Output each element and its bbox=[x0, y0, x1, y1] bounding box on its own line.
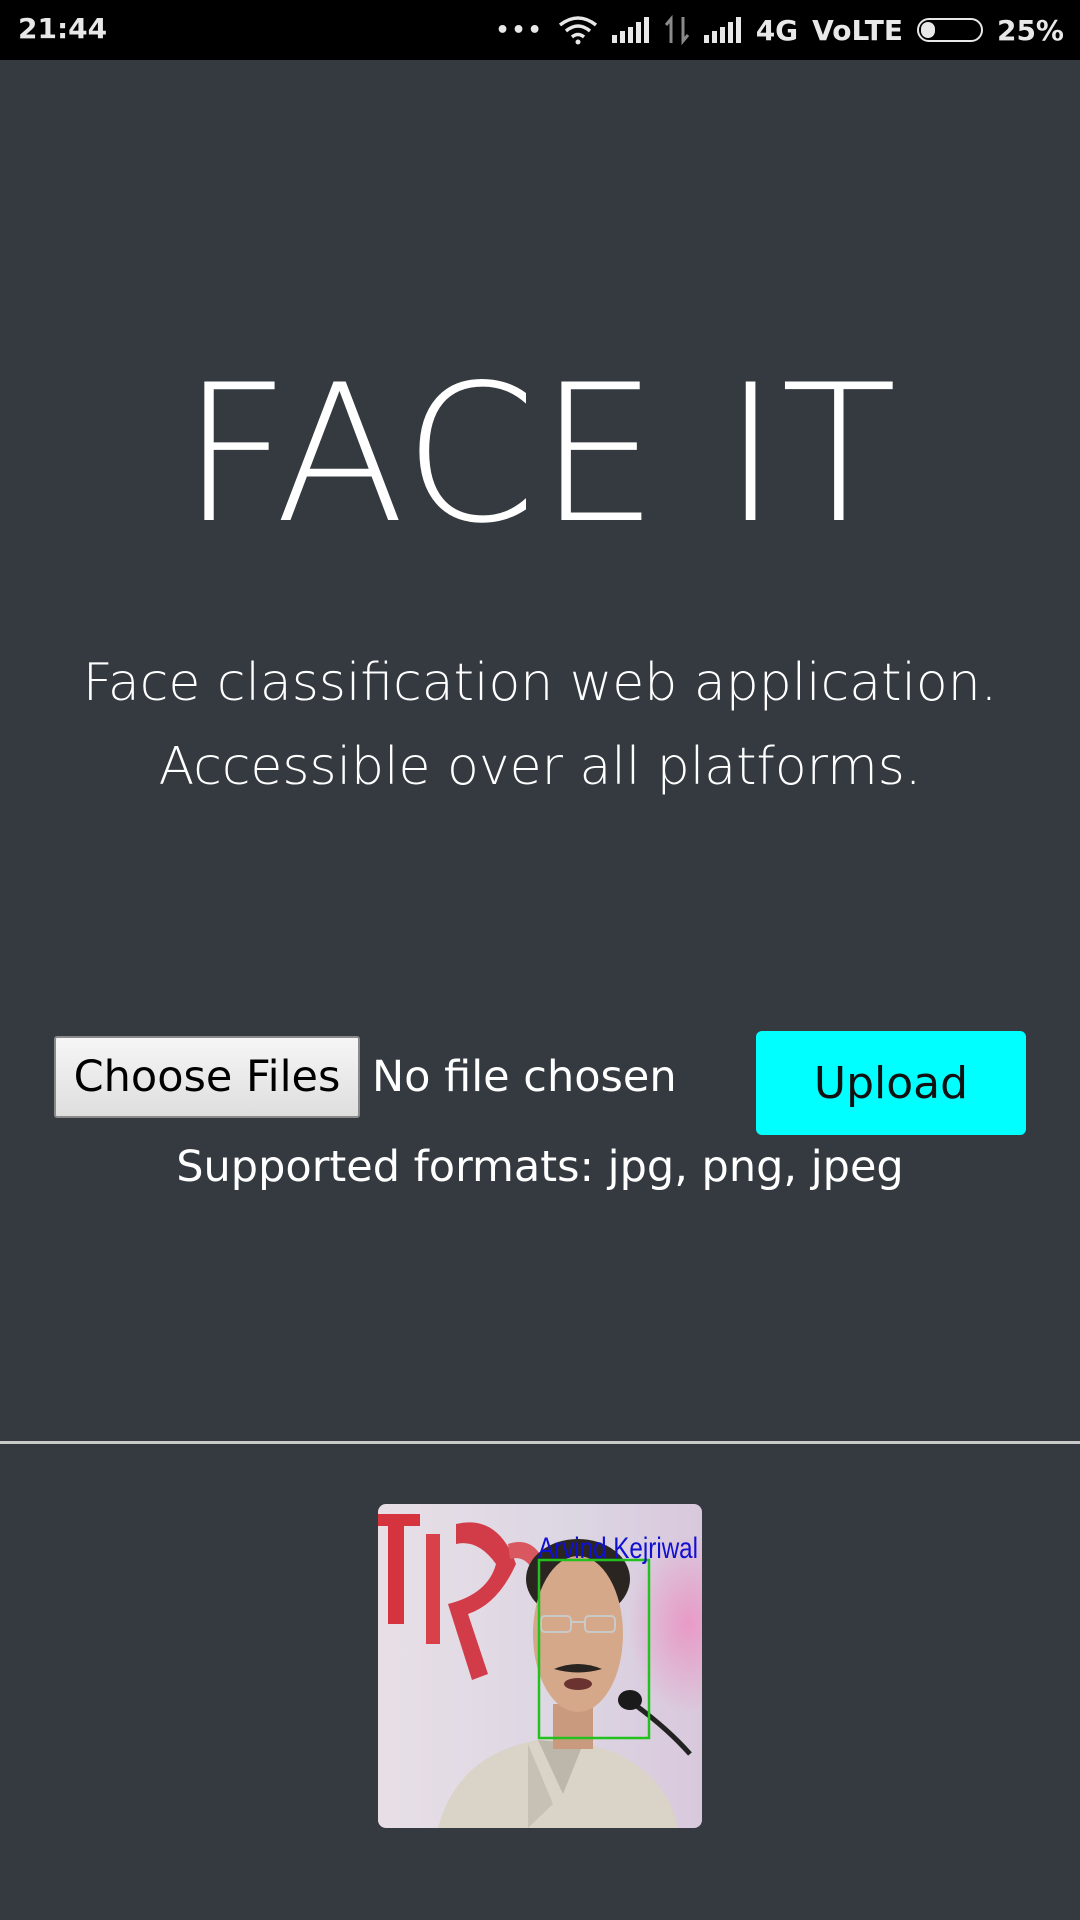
app-title: FACE IT bbox=[181, 344, 899, 565]
app-subtitle-line2: Accessible over all platforms. bbox=[158, 737, 922, 797]
notification-dots: ••• bbox=[495, 17, 544, 43]
supported-formats-text: Supported formats: jpg, png, jpeg bbox=[176, 1142, 904, 1192]
upload-button[interactable]: Upload bbox=[756, 1031, 1026, 1135]
detected-name-label: Arvind Kejriwal bbox=[538, 1532, 698, 1565]
page: 21:44 ••• 4G VoLTE 25% FACE IT Face clas… bbox=[0, 0, 1080, 1920]
battery-fill bbox=[920, 22, 936, 38]
network-type: 4G bbox=[755, 13, 799, 47]
file-status-text: No file chosen bbox=[372, 1052, 677, 1102]
choose-files-button[interactable]: Choose Files bbox=[54, 1036, 360, 1118]
battery-icon bbox=[916, 18, 983, 42]
signal-icon bbox=[611, 17, 650, 43]
wifi-icon bbox=[558, 15, 598, 45]
result-image: Arvind Kejriwal bbox=[378, 1504, 702, 1828]
battery-percent: 25% bbox=[996, 13, 1064, 47]
volte-label: VoLTE bbox=[812, 13, 903, 47]
status-icons: ••• 4G VoLTE 25% bbox=[496, 0, 1065, 60]
status-time: 21:44 bbox=[18, 12, 108, 45]
data-arrows-icon bbox=[664, 15, 690, 45]
app-subtitle-line1: Face classification web application. bbox=[82, 653, 998, 713]
status-bar: 21:44 ••• 4G VoLTE 25% bbox=[0, 0, 1080, 60]
signal-icon bbox=[703, 17, 742, 43]
divider bbox=[0, 1441, 1080, 1444]
